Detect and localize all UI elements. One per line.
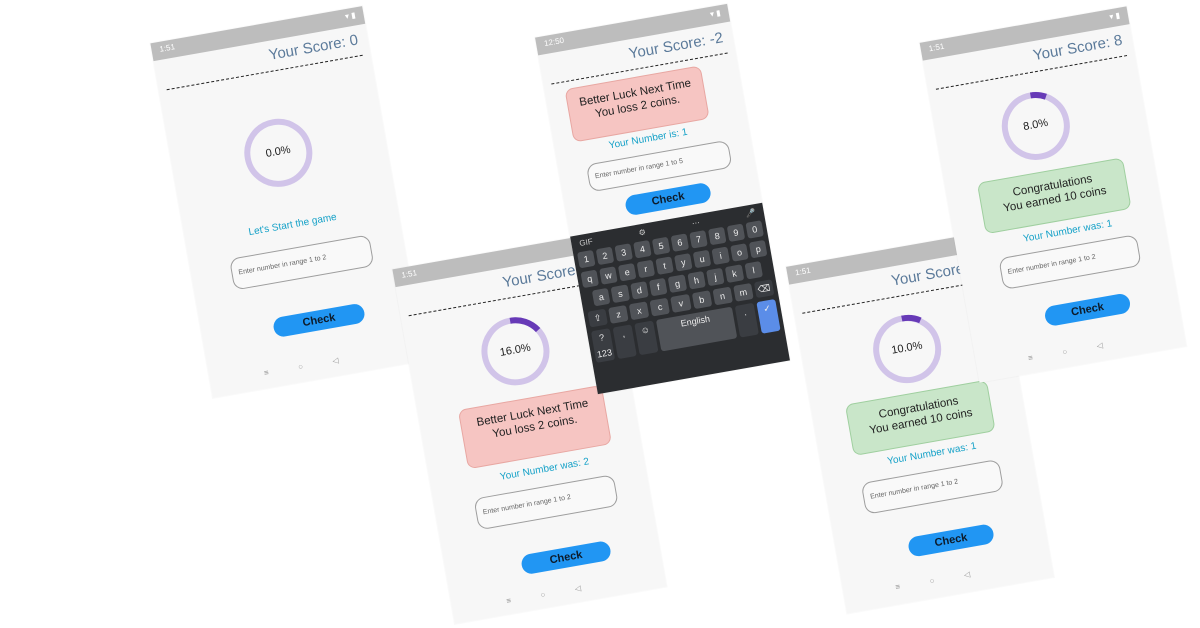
key-p[interactable]: p (748, 239, 768, 259)
key-r[interactable]: r (636, 259, 656, 279)
status-icons: ▾ ▮ (709, 8, 722, 19)
key-8[interactable]: 8 (707, 226, 727, 246)
status-time: 1:51 (158, 42, 176, 54)
nav-bar: ≡○◁ (1027, 335, 1134, 363)
key-4[interactable]: 4 (633, 239, 652, 259)
settings-icon[interactable]: ⚙ (638, 227, 647, 237)
key-v[interactable]: v (670, 293, 692, 313)
backspace-key[interactable]: ⌫ (753, 279, 775, 299)
comma-key[interactable]: , (612, 324, 638, 360)
game-status-text: Let's Start the game (247, 211, 338, 239)
status-time: 12:50 (543, 35, 565, 49)
number-input[interactable]: Enter number in range 1 to 2 (998, 234, 1142, 290)
enter-key[interactable]: ✓ (756, 298, 781, 334)
status-icons: ▾ ▮ (1108, 10, 1121, 22)
key-0[interactable]: 0 (745, 220, 764, 239)
key-5[interactable]: 5 (651, 236, 671, 256)
key-g[interactable]: g (667, 274, 687, 293)
key-l[interactable]: l (744, 260, 763, 280)
number-input[interactable]: Enter number in range 1 to 2 (860, 458, 1005, 515)
key-o[interactable]: o (730, 243, 749, 262)
nav-bar: ≡○◁ (505, 578, 612, 606)
period-key[interactable]: . (734, 302, 759, 338)
check-button[interactable]: Check (906, 523, 996, 558)
more-icon[interactable]: ⋯ (691, 218, 700, 228)
status-time: 1:51 (928, 41, 945, 54)
key-c[interactable]: c (649, 297, 671, 317)
key-h[interactable]: h (687, 271, 706, 290)
number-input[interactable]: Enter number in range 1 to 5 (585, 139, 733, 193)
key-7[interactable]: 7 (689, 230, 708, 249)
key-d[interactable]: d (629, 281, 649, 300)
key-z[interactable]: z (608, 304, 629, 324)
key-e[interactable]: e (617, 262, 637, 282)
check-button[interactable]: Check (271, 302, 367, 339)
status-bar: 1:51 ▾ ▮ (150, 6, 366, 62)
phone-screen-start: 1:51 ▾ ▮ Your Score: 0 0.0% Let's Start … (150, 6, 425, 398)
key-f[interactable]: f (648, 277, 668, 297)
check-button[interactable]: Check (520, 539, 613, 576)
key-k[interactable]: k (725, 264, 744, 283)
status-time: 1:51 (400, 268, 418, 280)
number-input[interactable]: Enter number in range 1 to 2 (229, 234, 375, 291)
status-icons: ▾ ▮ (344, 10, 357, 22)
gif-key[interactable]: GIF (579, 237, 594, 248)
number-input[interactable]: Enter number in range 1 to 2 (473, 474, 619, 531)
key-b[interactable]: b (691, 290, 712, 310)
key-2[interactable]: 2 (595, 246, 615, 266)
check-button[interactable]: Check (624, 181, 713, 217)
key-6[interactable]: 6 (670, 233, 690, 252)
nav-bar: ≡○◁ (263, 350, 369, 378)
key-t[interactable]: t (655, 256, 674, 275)
check-button[interactable]: Check (1043, 292, 1132, 328)
key-m[interactable]: m (732, 282, 754, 302)
key-n[interactable]: n (712, 286, 733, 306)
key-i[interactable]: i (711, 246, 731, 266)
symbols-key[interactable]: ?123 (590, 328, 616, 363)
divider (935, 55, 1128, 90)
result-message: Better Luck Next Time You loss 2 coins. (457, 384, 613, 470)
shift-key[interactable]: ⇧ (587, 308, 609, 328)
key-9[interactable]: 9 (726, 223, 746, 243)
key-1[interactable]: 1 (577, 249, 596, 269)
nav-bar: ≡○◁ (894, 564, 1001, 592)
key-u[interactable]: u (692, 249, 712, 269)
soft-keyboard: GIF ⚙ ⋯ 🎤 1 2 3 4 5 6 7 8 9 0 q w e r t … (570, 202, 790, 395)
status-time: 1:51 (794, 265, 812, 278)
mic-icon[interactable]: 🎤 (745, 208, 756, 219)
key-x[interactable]: x (629, 301, 650, 321)
key-q[interactable]: q (580, 269, 600, 289)
key-j[interactable]: j (706, 267, 725, 287)
key-s[interactable]: s (610, 284, 630, 304)
key-y[interactable]: y (674, 253, 693, 272)
divider (166, 54, 363, 91)
key-a[interactable]: a (591, 287, 611, 307)
emoji-key[interactable]: ☺ (634, 320, 659, 356)
key-w[interactable]: w (599, 266, 618, 285)
key-3[interactable]: 3 (614, 243, 633, 262)
